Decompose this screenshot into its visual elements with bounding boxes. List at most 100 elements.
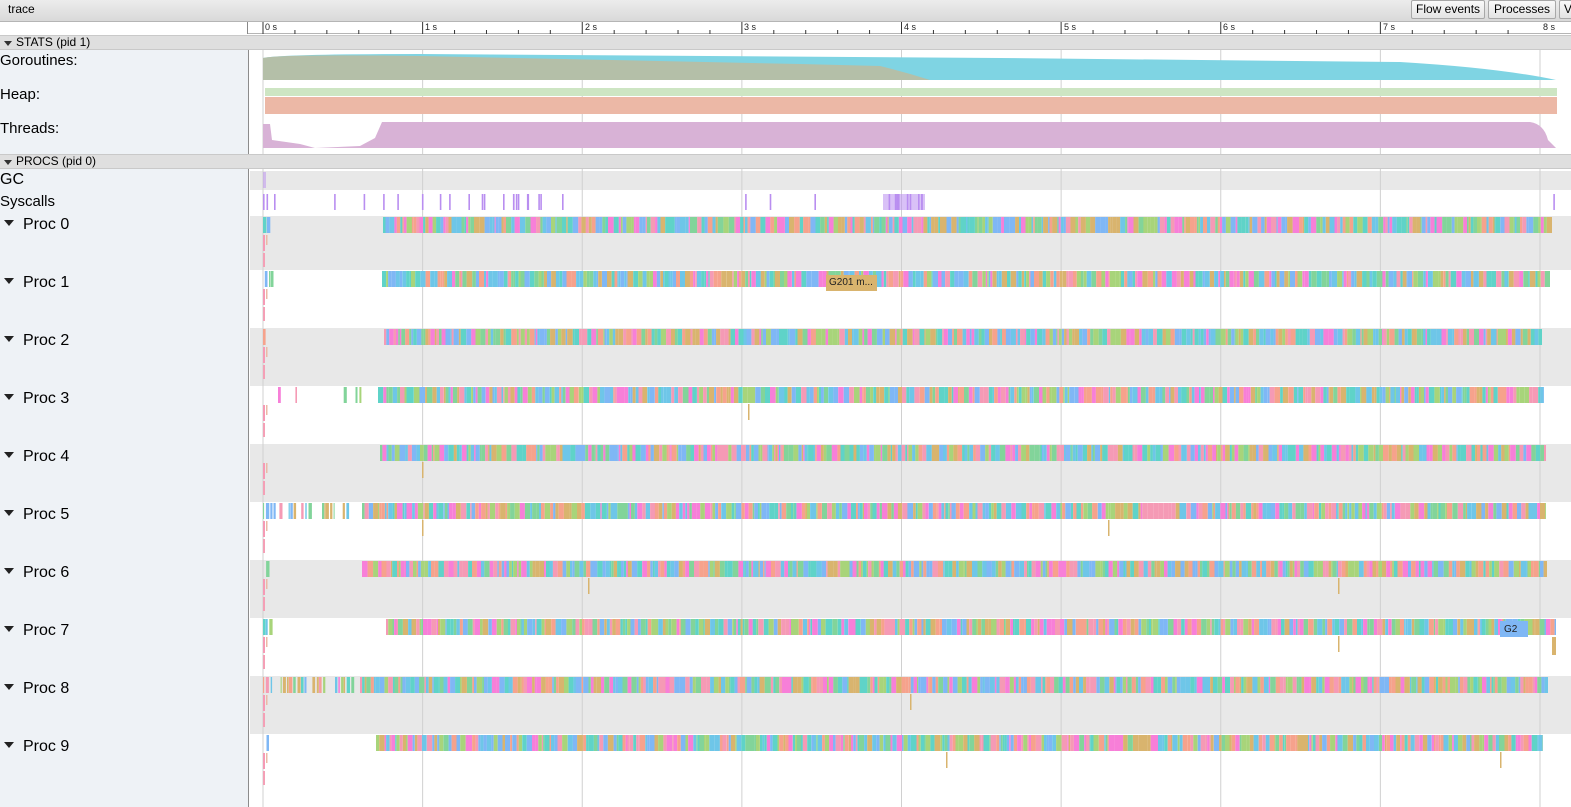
- goroutine-slice: [521, 561, 527, 577]
- goroutine-slice: [807, 619, 809, 635]
- proc-track-label[interactable]: Proc 2: [4, 332, 69, 350]
- goroutine-slice: [939, 619, 943, 635]
- goroutine-slice: [1400, 503, 1406, 519]
- proc-track-label[interactable]: Proc 3: [4, 390, 69, 408]
- timeline-canvas[interactable]: [0, 0, 1571, 807]
- stats-group-header[interactable]: STATS (pid 1): [0, 35, 1571, 50]
- goroutine-slice: [1299, 619, 1304, 635]
- goroutine-slice: [1090, 735, 1094, 751]
- goroutine-slice: [957, 619, 961, 635]
- goroutine-slice: [770, 217, 775, 233]
- goroutine-slice: [506, 445, 512, 461]
- goroutine-slice: [445, 329, 451, 345]
- goroutine-slice: [885, 735, 891, 751]
- slice-label-g2[interactable]: G2: [1504, 624, 1517, 635]
- goroutine-slice: [682, 329, 686, 345]
- goroutine-slice: [660, 271, 663, 287]
- goroutine-slice: [477, 387, 482, 403]
- goroutine-slice: [706, 271, 709, 287]
- goroutine-slice: [789, 619, 791, 635]
- goroutine-slice: [635, 387, 639, 403]
- goroutine-slice: [1456, 271, 1458, 287]
- expand-arrow-icon[interactable]: [4, 567, 14, 574]
- goroutine-slice: [772, 445, 774, 461]
- expand-arrow-icon[interactable]: [4, 451, 14, 458]
- goroutine-slice: [1126, 329, 1130, 345]
- goroutine-slice: [1337, 735, 1343, 751]
- goroutine-slice: [726, 387, 729, 403]
- goroutine-slice: [1027, 387, 1030, 403]
- goroutine-slice: [1293, 619, 1296, 635]
- goroutine-slice: [740, 217, 744, 233]
- goroutine-slice: [943, 329, 948, 345]
- goroutine-slice: [459, 271, 461, 287]
- goroutine-slice: [1198, 217, 1201, 233]
- proc-track-label[interactable]: Proc 9: [4, 738, 69, 756]
- proc-track-label[interactable]: Proc 7: [4, 622, 69, 640]
- goroutine-slice: [1000, 735, 1003, 751]
- goroutine-slice: [1353, 217, 1358, 233]
- goroutine-slice: [524, 271, 530, 287]
- collapse-arrow-icon[interactable]: [4, 41, 12, 46]
- goroutine-slice: [1052, 217, 1058, 233]
- goroutine-slice: [742, 619, 745, 635]
- goroutine-slice: [1539, 619, 1545, 635]
- goroutine-slice: [514, 387, 518, 403]
- goroutine-slice: [898, 217, 903, 233]
- goroutine-slice: [540, 217, 543, 233]
- proc-track-label[interactable]: Proc 0: [4, 216, 69, 234]
- goroutine-slice: [563, 503, 570, 519]
- proc-track-label[interactable]: Proc 8: [4, 680, 69, 698]
- collapse-arrow-icon[interactable]: [4, 160, 12, 165]
- goroutine-slice: [1184, 561, 1189, 577]
- goroutine-slice: [301, 677, 304, 693]
- goroutine-slice: [1093, 445, 1095, 461]
- expand-arrow-icon[interactable]: [4, 393, 14, 400]
- goroutine-slice: [1141, 619, 1147, 635]
- goroutine-slice: [1194, 217, 1197, 233]
- proc-track-label[interactable]: Proc 5: [4, 506, 69, 524]
- goroutine-slice: [1019, 619, 1025, 635]
- expand-arrow-icon[interactable]: [4, 683, 14, 690]
- time-ruler[interactable]: 0 s 1 s 2 s 3 s 4 s 5 s 6 s 7 s 8 s: [0, 22, 1571, 34]
- goroutine-slice: [1117, 445, 1123, 461]
- goroutine-slice: [1456, 445, 1458, 461]
- goroutine-slice: [962, 619, 967, 635]
- goroutine-slice: [1482, 735, 1485, 751]
- goroutine-slice: [1289, 619, 1294, 635]
- goroutine-slice: [1389, 217, 1393, 233]
- goroutine-slice: [1031, 387, 1034, 403]
- proc-track-label[interactable]: Proc 6: [4, 564, 69, 582]
- goroutine-slice: [1372, 561, 1377, 577]
- expand-arrow-icon[interactable]: [4, 741, 14, 748]
- goroutine-slice: [1432, 503, 1437, 519]
- goroutine-slice: [485, 329, 488, 345]
- goroutine-slice: [1474, 619, 1478, 635]
- goroutine-slice: [1160, 561, 1164, 577]
- goroutine-slice: [611, 271, 615, 287]
- goroutine-slice: [448, 735, 452, 751]
- goroutine-slice: [699, 329, 704, 345]
- goroutine-slice: [378, 561, 382, 577]
- goroutine-slice: [770, 735, 773, 751]
- expand-arrow-icon[interactable]: [4, 219, 14, 226]
- proc-track-label[interactable]: Proc 1: [4, 274, 69, 292]
- goroutine-slice: [938, 387, 945, 403]
- goroutine-slice: [1123, 503, 1128, 519]
- procs-group-header[interactable]: PROCS (pid 0): [0, 154, 1571, 169]
- goroutine-slice: [1164, 217, 1167, 233]
- expand-arrow-icon[interactable]: [4, 509, 14, 516]
- goroutine-slice: [715, 619, 719, 635]
- expand-arrow-icon[interactable]: [4, 335, 14, 342]
- syscall-event: [383, 194, 385, 210]
- expand-arrow-icon[interactable]: [4, 277, 14, 284]
- slice-label-g201[interactable]: G201 m...: [829, 277, 873, 288]
- goroutine-slice: [453, 561, 458, 577]
- proc-track-label[interactable]: Proc 4: [4, 448, 69, 466]
- expand-arrow-icon[interactable]: [4, 625, 14, 632]
- goroutine-slice: [951, 387, 954, 403]
- goroutine-slice: [1395, 677, 1401, 693]
- goroutine-slice: [1225, 619, 1231, 635]
- goroutine-slice: [1324, 677, 1330, 693]
- goroutine-slice: [1241, 561, 1247, 577]
